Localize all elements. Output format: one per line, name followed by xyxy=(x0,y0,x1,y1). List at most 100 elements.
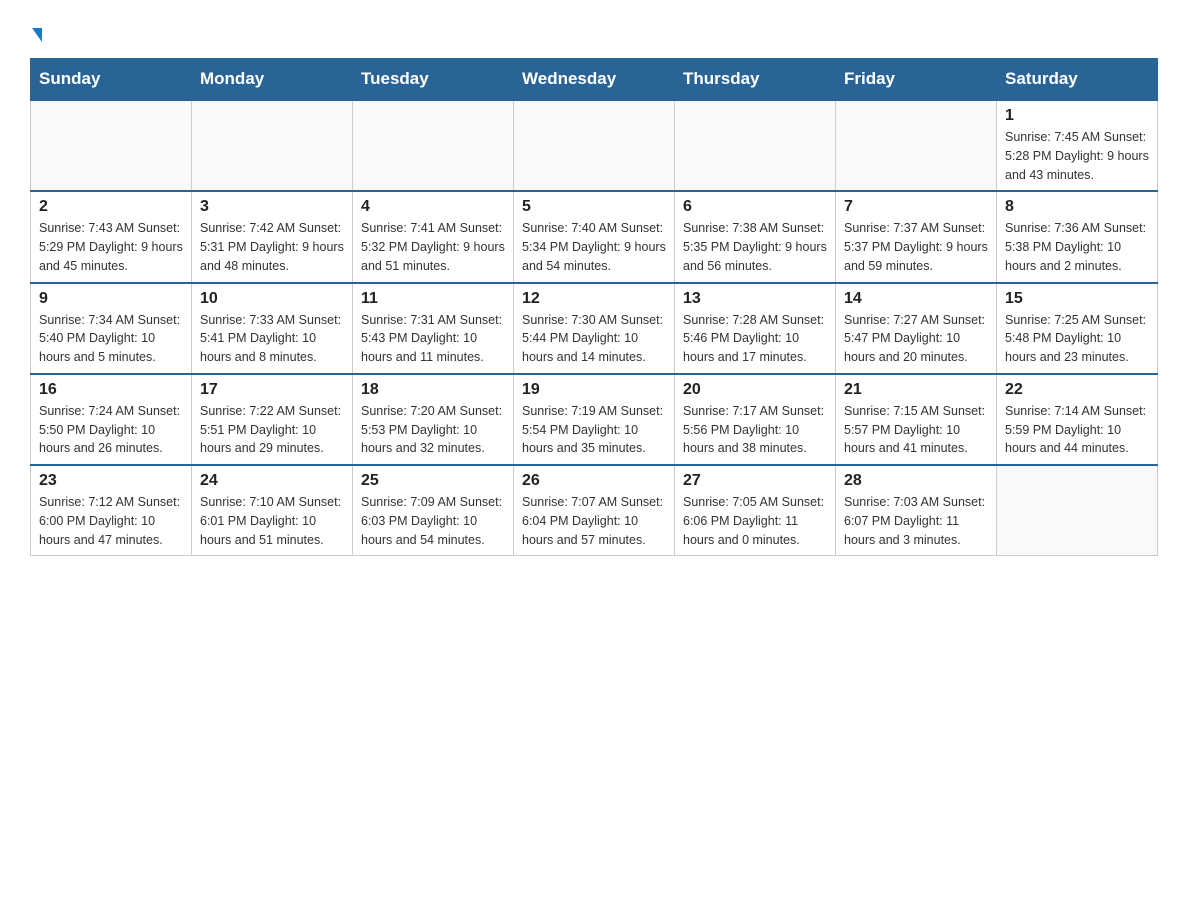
day-number: 25 xyxy=(361,472,505,490)
day-number: 23 xyxy=(39,472,183,490)
calendar-cell xyxy=(836,100,997,191)
calendar-cell: 11 Sunrise: 7:31 AM Sunset: 5:43 PM Dayli… xyxy=(353,283,514,374)
day-info: Sunrise: 7:27 AM Sunset: 5:47 PM Dayligh… xyxy=(844,311,988,367)
calendar-cell: 13 Sunrise: 7:28 AM Sunset: 5:46 PM Dayli… xyxy=(675,283,836,374)
day-number: 9 xyxy=(39,290,183,308)
day-number: 7 xyxy=(844,198,988,216)
day-number: 26 xyxy=(522,472,666,490)
day-info: Sunrise: 7:28 AM Sunset: 5:46 PM Dayligh… xyxy=(683,311,827,367)
calendar-cell: 23 Sunrise: 7:12 AM Sunset: 6:00 PM Dayli… xyxy=(31,465,192,556)
calendar-cell: 28 Sunrise: 7:03 AM Sunset: 6:07 PM Dayli… xyxy=(836,465,997,556)
day-number: 3 xyxy=(200,198,344,216)
day-info: Sunrise: 7:15 AM Sunset: 5:57 PM Dayligh… xyxy=(844,402,988,458)
day-number: 4 xyxy=(361,198,505,216)
calendar-cell: 6 Sunrise: 7:38 AM Sunset: 5:35 PM Daylig… xyxy=(675,191,836,282)
day-number: 6 xyxy=(683,198,827,216)
column-header-friday: Friday xyxy=(836,59,997,101)
day-info: Sunrise: 7:36 AM Sunset: 5:38 PM Dayligh… xyxy=(1005,219,1149,275)
logo-general-text xyxy=(30,20,42,48)
calendar-cell xyxy=(31,100,192,191)
day-number: 18 xyxy=(361,381,505,399)
calendar-cell: 5 Sunrise: 7:40 AM Sunset: 5:34 PM Daylig… xyxy=(514,191,675,282)
day-info: Sunrise: 7:40 AM Sunset: 5:34 PM Dayligh… xyxy=(522,219,666,275)
day-info: Sunrise: 7:33 AM Sunset: 5:41 PM Dayligh… xyxy=(200,311,344,367)
day-number: 28 xyxy=(844,472,988,490)
day-info: Sunrise: 7:38 AM Sunset: 5:35 PM Dayligh… xyxy=(683,219,827,275)
calendar-cell: 21 Sunrise: 7:15 AM Sunset: 5:57 PM Dayli… xyxy=(836,374,997,465)
column-header-monday: Monday xyxy=(192,59,353,101)
day-number: 11 xyxy=(361,290,505,308)
calendar-cell: 15 Sunrise: 7:25 AM Sunset: 5:48 PM Dayli… xyxy=(997,283,1158,374)
calendar-table: SundayMondayTuesdayWednesdayThursdayFrid… xyxy=(30,58,1158,556)
day-number: 19 xyxy=(522,381,666,399)
calendar-cell xyxy=(192,100,353,191)
day-info: Sunrise: 7:20 AM Sunset: 5:53 PM Dayligh… xyxy=(361,402,505,458)
day-number: 15 xyxy=(1005,290,1149,308)
day-info: Sunrise: 7:25 AM Sunset: 5:48 PM Dayligh… xyxy=(1005,311,1149,367)
day-info: Sunrise: 7:07 AM Sunset: 6:04 PM Dayligh… xyxy=(522,493,666,549)
calendar-cell: 16 Sunrise: 7:24 AM Sunset: 5:50 PM Dayli… xyxy=(31,374,192,465)
day-number: 20 xyxy=(683,381,827,399)
day-number: 16 xyxy=(39,381,183,399)
calendar-cell: 4 Sunrise: 7:41 AM Sunset: 5:32 PM Daylig… xyxy=(353,191,514,282)
logo xyxy=(30,20,42,48)
page-header xyxy=(30,20,1158,48)
day-number: 5 xyxy=(522,198,666,216)
calendar-cell: 19 Sunrise: 7:19 AM Sunset: 5:54 PM Dayli… xyxy=(514,374,675,465)
day-number: 27 xyxy=(683,472,827,490)
day-info: Sunrise: 7:42 AM Sunset: 5:31 PM Dayligh… xyxy=(200,219,344,275)
week-row-1: 1 Sunrise: 7:45 AM Sunset: 5:28 PM Daylig… xyxy=(31,100,1158,191)
calendar-cell: 12 Sunrise: 7:30 AM Sunset: 5:44 PM Dayli… xyxy=(514,283,675,374)
week-row-2: 2 Sunrise: 7:43 AM Sunset: 5:29 PM Daylig… xyxy=(31,191,1158,282)
day-number: 8 xyxy=(1005,198,1149,216)
day-info: Sunrise: 7:05 AM Sunset: 6:06 PM Dayligh… xyxy=(683,493,827,549)
calendar-cell: 22 Sunrise: 7:14 AM Sunset: 5:59 PM Dayli… xyxy=(997,374,1158,465)
day-number: 21 xyxy=(844,381,988,399)
day-number: 22 xyxy=(1005,381,1149,399)
calendar-cell: 9Sunrise: 7:34 AM Sunset: 5:40 PM Daylig… xyxy=(31,283,192,374)
calendar-cell: 25 Sunrise: 7:09 AM Sunset: 6:03 PM Dayli… xyxy=(353,465,514,556)
calendar-cell: 27 Sunrise: 7:05 AM Sunset: 6:06 PM Dayli… xyxy=(675,465,836,556)
calendar-cell xyxy=(675,100,836,191)
day-info: Sunrise: 7:14 AM Sunset: 5:59 PM Dayligh… xyxy=(1005,402,1149,458)
day-number: 13 xyxy=(683,290,827,308)
calendar-cell xyxy=(353,100,514,191)
day-info: Sunrise: 7:19 AM Sunset: 5:54 PM Dayligh… xyxy=(522,402,666,458)
logo-arrow-icon xyxy=(32,28,42,42)
column-header-tuesday: Tuesday xyxy=(353,59,514,101)
calendar-cell: 2 Sunrise: 7:43 AM Sunset: 5:29 PM Daylig… xyxy=(31,191,192,282)
day-info: Sunrise: 7:12 AM Sunset: 6:00 PM Dayligh… xyxy=(39,493,183,549)
week-row-4: 16 Sunrise: 7:24 AM Sunset: 5:50 PM Dayli… xyxy=(31,374,1158,465)
day-info: Sunrise: 7:45 AM Sunset: 5:28 PM Dayligh… xyxy=(1005,128,1149,184)
day-info: Sunrise: 7:43 AM Sunset: 5:29 PM Dayligh… xyxy=(39,219,183,275)
week-row-3: 9Sunrise: 7:34 AM Sunset: 5:40 PM Daylig… xyxy=(31,283,1158,374)
calendar-cell xyxy=(514,100,675,191)
column-header-saturday: Saturday xyxy=(997,59,1158,101)
day-number: 12 xyxy=(522,290,666,308)
calendar-header-row: SundayMondayTuesdayWednesdayThursdayFrid… xyxy=(31,59,1158,101)
day-info: Sunrise: 7:31 AM Sunset: 5:43 PM Dayligh… xyxy=(361,311,505,367)
day-info: Sunrise: 7:17 AM Sunset: 5:56 PM Dayligh… xyxy=(683,402,827,458)
day-info: Sunrise: 7:10 AM Sunset: 6:01 PM Dayligh… xyxy=(200,493,344,549)
calendar-cell: 1 Sunrise: 7:45 AM Sunset: 5:28 PM Daylig… xyxy=(997,100,1158,191)
column-header-wednesday: Wednesday xyxy=(514,59,675,101)
day-number: 1 xyxy=(1005,107,1149,125)
day-info: Sunrise: 7:41 AM Sunset: 5:32 PM Dayligh… xyxy=(361,219,505,275)
calendar-cell: 3 Sunrise: 7:42 AM Sunset: 5:31 PM Daylig… xyxy=(192,191,353,282)
column-header-sunday: Sunday xyxy=(31,59,192,101)
calendar-cell: 24 Sunrise: 7:10 AM Sunset: 6:01 PM Dayli… xyxy=(192,465,353,556)
day-info: Sunrise: 7:09 AM Sunset: 6:03 PM Dayligh… xyxy=(361,493,505,549)
day-info: Sunrise: 7:24 AM Sunset: 5:50 PM Dayligh… xyxy=(39,402,183,458)
calendar-cell: 20 Sunrise: 7:17 AM Sunset: 5:56 PM Dayli… xyxy=(675,374,836,465)
calendar-cell: 14 Sunrise: 7:27 AM Sunset: 5:47 PM Dayli… xyxy=(836,283,997,374)
day-number: 2 xyxy=(39,198,183,216)
day-info: Sunrise: 7:30 AM Sunset: 5:44 PM Dayligh… xyxy=(522,311,666,367)
day-number: 10 xyxy=(200,290,344,308)
day-number: 14 xyxy=(844,290,988,308)
column-header-thursday: Thursday xyxy=(675,59,836,101)
calendar-cell xyxy=(997,465,1158,556)
day-info: Sunrise: 7:37 AM Sunset: 5:37 PM Dayligh… xyxy=(844,219,988,275)
day-number: 17 xyxy=(200,381,344,399)
day-number: 24 xyxy=(200,472,344,490)
day-info: Sunrise: 7:03 AM Sunset: 6:07 PM Dayligh… xyxy=(844,493,988,549)
